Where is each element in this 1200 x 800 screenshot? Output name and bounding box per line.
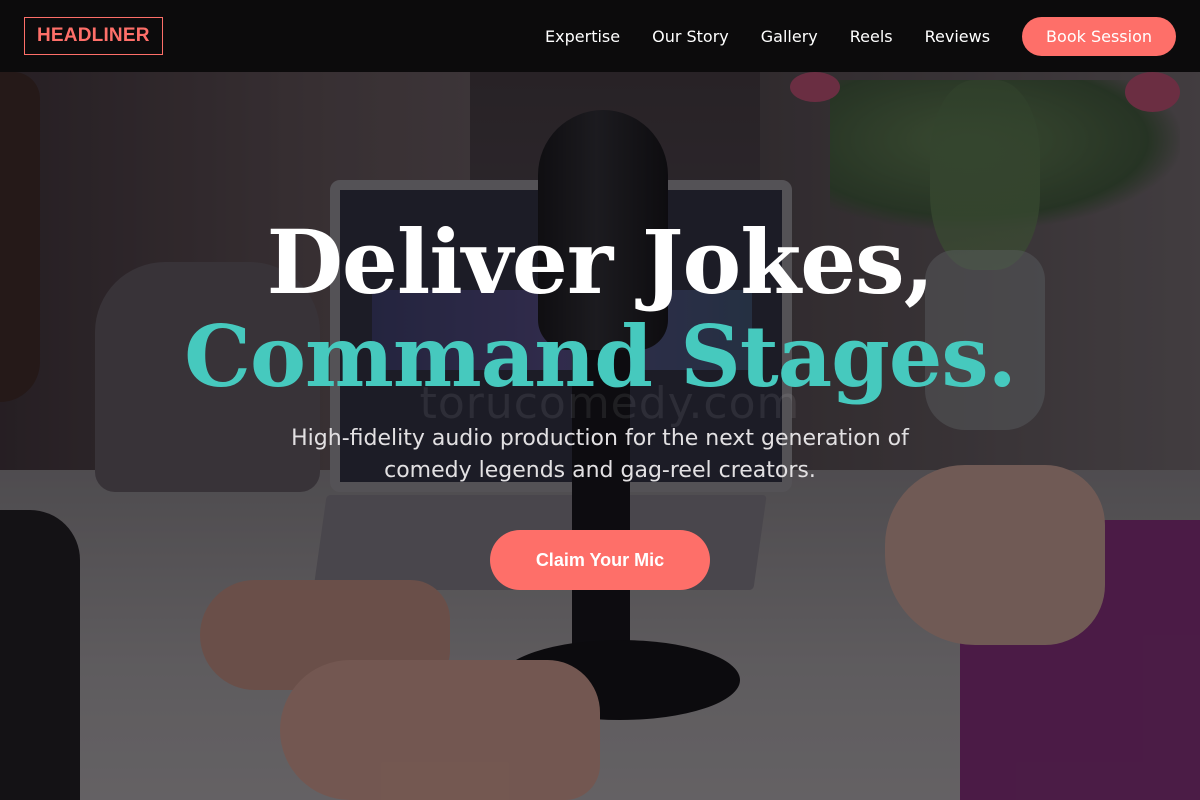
- hero-headline-line2: Command Stages.: [184, 307, 1017, 406]
- book-session-button[interactable]: Book Session: [1022, 16, 1176, 56]
- hero-section: Deliver Jokes, Command Stages. High-fide…: [0, 72, 1200, 800]
- nav-link-reviews[interactable]: Reviews: [925, 27, 990, 46]
- hero-subtitle: High-fidelity audio production for the n…: [291, 426, 909, 483]
- logo[interactable]: HEADLINER: [24, 17, 163, 55]
- nav-link-expertise[interactable]: Expertise: [545, 27, 620, 46]
- nav-link-reels[interactable]: Reels: [850, 27, 893, 46]
- main-nav: Expertise Our Story Gallery Reels Review…: [545, 16, 1176, 56]
- nav-link-our-story[interactable]: Our Story: [652, 27, 729, 46]
- nav-link-gallery[interactable]: Gallery: [761, 27, 818, 46]
- claim-your-mic-button[interactable]: Claim Your Mic: [490, 530, 710, 590]
- site-header: HEADLINER Expertise Our Story Gallery Re…: [0, 0, 1200, 72]
- hero-headline-line1: Deliver Jokes,: [266, 210, 935, 314]
